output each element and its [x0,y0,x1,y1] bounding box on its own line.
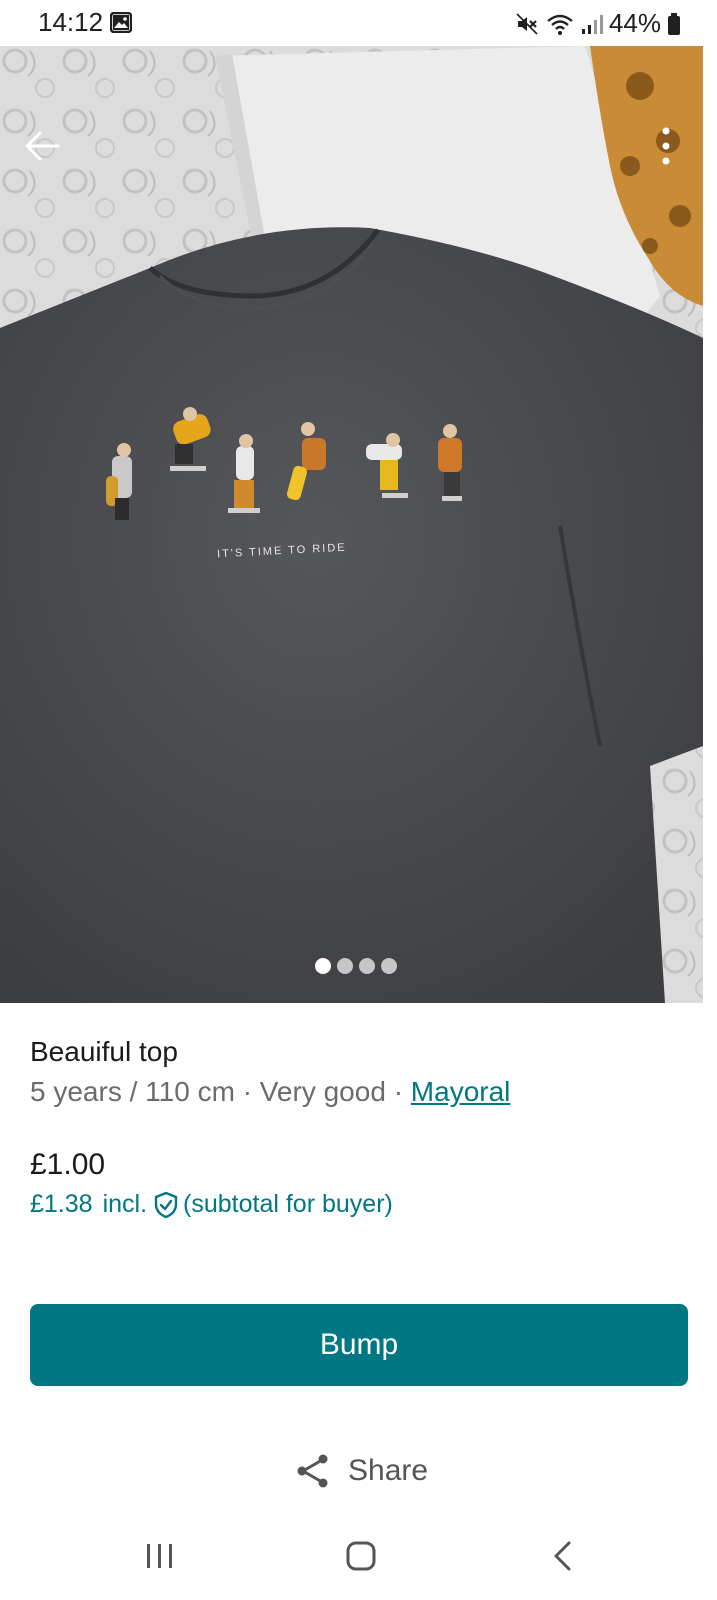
bump-label: Bump [319,1328,399,1361]
product-size: 5 years / 110 cm [30,1076,235,1107]
meta-separator: · [242,1076,253,1107]
battery-percentage: 44% [608,8,661,38]
product-meta: 5 years / 110 cm · Very good · Mayoral [30,1076,510,1108]
share-label: Share [348,1454,429,1487]
recents-icon[interactable] [144,1542,176,1570]
status-time: 14:12 [38,7,104,37]
back-icon[interactable] [552,1540,572,1572]
battery-icon [668,12,680,35]
incl-label: incl. [102,1190,148,1218]
brand-link[interactable]: Mayoral [411,1076,511,1107]
buyer-price-row[interactable]: £1.38 incl. (subtotal for buyer) [30,1190,393,1219]
product-condition: Very good [259,1076,386,1107]
back-arrow-icon[interactable] [22,126,62,166]
buyer-price: £1.38 [30,1190,93,1218]
status-bar: 14:12 44% [0,0,717,46]
more-vertical-icon[interactable] [658,124,674,168]
signal-icon [581,14,603,34]
photo-pagination[interactable] [315,958,397,974]
buyer-note: (subtotal for buyer) [183,1190,393,1218]
pagination-dot-1[interactable] [315,958,331,974]
pagination-dot-4[interactable] [381,958,397,974]
bump-button[interactable]: Bump [30,1304,688,1386]
photo-scene: IT'S TIME TO RIDE [0,46,703,1003]
share-button[interactable]: Share [294,1452,428,1490]
pagination-dot-3[interactable] [359,958,375,974]
meta-separator: · [393,1076,404,1107]
gallery-icon [110,12,132,33]
home-icon[interactable] [345,1540,377,1572]
system-nav-bar [0,1512,717,1600]
pagination-dot-2[interactable] [337,958,353,974]
mute-icon [516,12,538,35]
wifi-icon [547,14,573,35]
product-photo[interactable]: IT'S TIME TO RIDE [0,46,703,1003]
product-title: Beauiful top [30,1036,178,1067]
status-icons: 44% [515,8,681,39]
product-price: £1.00 [30,1148,106,1181]
shield-check-icon [154,1191,178,1218]
share-icon [297,1454,328,1488]
